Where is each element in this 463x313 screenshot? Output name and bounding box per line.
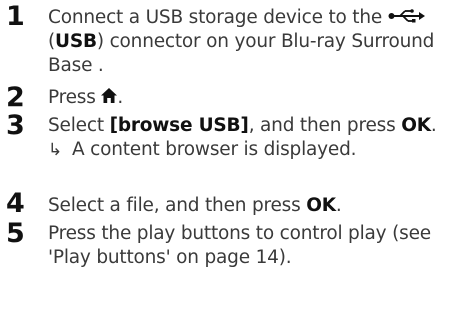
result-arrow-icon: ↳ bbox=[48, 140, 63, 160]
usb-symbol-icon bbox=[388, 6, 426, 30]
step-number: 1 bbox=[6, 1, 25, 32]
ok-label: OK bbox=[401, 115, 431, 136]
ok-label: OK bbox=[306, 195, 336, 216]
step-text: Select a file, and then press OK. bbox=[48, 194, 458, 218]
step-text-part: Select bbox=[48, 115, 110, 136]
step-text-part: . bbox=[335, 195, 342, 216]
usb-label: USB bbox=[55, 31, 97, 52]
step-number: 4 bbox=[6, 188, 25, 219]
step-text: Connect a USB storage device to the (USB… bbox=[48, 6, 458, 78]
step-text: Select [browse USB], and then press OK. … bbox=[48, 114, 458, 162]
result-text: A content browser is displayed. bbox=[72, 139, 357, 160]
browse-usb-label: [browse USB] bbox=[109, 115, 249, 136]
step-text-part: Press bbox=[48, 87, 102, 108]
step-text: Press . bbox=[48, 86, 458, 110]
step-result: ↳ A content browser is displayed. bbox=[48, 138, 458, 162]
step-text-part: . bbox=[430, 115, 437, 136]
step-text-part: ( bbox=[48, 31, 56, 52]
step-text-part: Press the play buttons to control play (… bbox=[48, 223, 431, 268]
step-text-part: Select a file, and then press bbox=[48, 195, 307, 216]
step-text-part: Connect a USB storage device to the bbox=[48, 7, 388, 28]
step-text-part: . bbox=[117, 87, 124, 108]
step-number: 3 bbox=[6, 110, 25, 141]
step-number: 5 bbox=[6, 218, 25, 249]
step-text-part: ) connector on your Blu-ray Surround Bas… bbox=[48, 31, 435, 76]
step-text: Press the play buttons to control play (… bbox=[48, 222, 458, 270]
home-icon bbox=[101, 86, 118, 110]
step-text-part: , and then press bbox=[248, 115, 402, 136]
step-number: 2 bbox=[6, 82, 25, 113]
